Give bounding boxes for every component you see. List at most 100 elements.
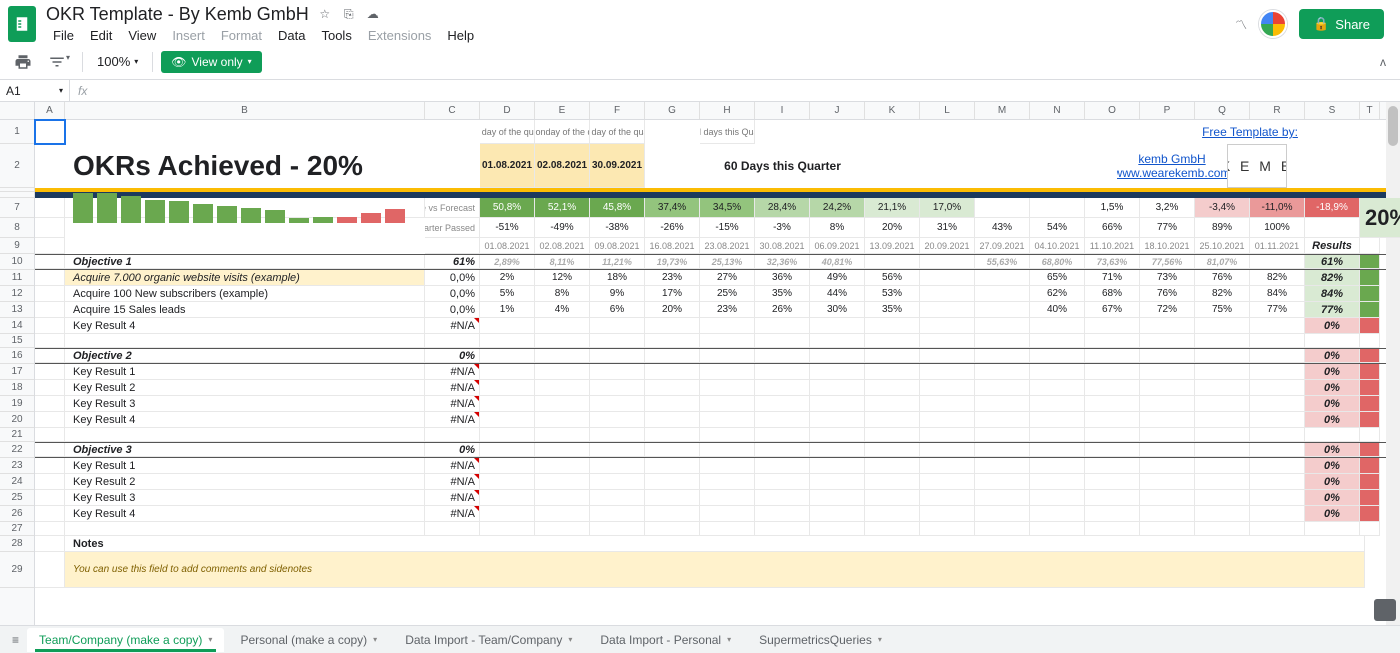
cell[interactable] — [35, 318, 65, 334]
cell[interactable] — [755, 349, 810, 363]
cell[interactable]: 35% — [755, 286, 810, 302]
col-header-H[interactable]: H — [700, 102, 755, 119]
cell[interactable] — [645, 412, 700, 428]
cell[interactable] — [1250, 443, 1305, 457]
cell[interactable] — [975, 302, 1030, 318]
cell[interactable] — [1085, 120, 1140, 144]
row-header[interactable]: 23 — [0, 458, 34, 474]
cell[interactable]: 19,73% — [645, 255, 700, 269]
cell[interactable]: 0% — [1305, 364, 1360, 380]
cell[interactable] — [810, 412, 865, 428]
cell[interactable] — [480, 490, 535, 506]
cell[interactable] — [1140, 364, 1195, 380]
cell[interactable] — [1360, 334, 1380, 348]
cell[interactable] — [1195, 474, 1250, 490]
cell[interactable] — [810, 120, 865, 144]
cell[interactable] — [1140, 474, 1195, 490]
cell[interactable]: 0,0% — [425, 286, 480, 302]
cell[interactable]: 36% — [755, 270, 810, 286]
cell[interactable]: 8,11% — [535, 255, 590, 269]
cell[interactable]: 02.08.2021 — [535, 238, 590, 254]
cell[interactable]: Key Result 3 — [65, 396, 425, 412]
cell[interactable] — [425, 120, 480, 144]
cell[interactable]: 09.08.2021 — [590, 238, 645, 254]
row-header[interactable]: 17 — [0, 364, 34, 380]
cell[interactable]: 4% — [535, 302, 590, 318]
cell[interactable]: -3,4% — [1195, 198, 1250, 218]
zoom-dropdown[interactable]: 100%▾ — [91, 52, 144, 71]
cell[interactable] — [35, 428, 65, 442]
cell[interactable] — [1085, 490, 1140, 506]
cell[interactable]: -49% — [535, 218, 590, 238]
cell[interactable] — [590, 428, 645, 442]
cell[interactable] — [1360, 349, 1380, 363]
cell[interactable]: 50,8% — [480, 198, 535, 218]
cell[interactable] — [1360, 412, 1380, 428]
col-header-G[interactable]: G — [645, 102, 700, 119]
cell[interactable] — [810, 334, 865, 348]
cell[interactable] — [480, 334, 535, 348]
explore-button[interactable] — [1374, 599, 1396, 621]
cell[interactable] — [810, 458, 865, 474]
cell[interactable] — [535, 380, 590, 396]
cell[interactable]: 17,0% — [920, 198, 975, 218]
cell[interactable]: 23.08.2021 — [700, 238, 755, 254]
cell[interactable] — [1195, 506, 1250, 522]
cell[interactable] — [480, 428, 535, 442]
cell[interactable] — [590, 506, 645, 522]
cell[interactable] — [755, 380, 810, 396]
cell[interactable]: 1,5% — [1085, 198, 1140, 218]
cell[interactable]: -26% — [645, 218, 700, 238]
cell[interactable]: 0% — [1305, 458, 1360, 474]
cell[interactable]: Objective 2 — [65, 349, 425, 363]
cell[interactable] — [1085, 318, 1140, 334]
cell[interactable] — [1250, 428, 1305, 442]
col-header-Q[interactable]: Q — [1195, 102, 1250, 119]
cell[interactable] — [973, 144, 1009, 188]
cell[interactable] — [1360, 490, 1380, 506]
col-header-S[interactable]: S — [1305, 102, 1360, 119]
cell[interactable]: #N/A — [425, 458, 480, 474]
cell[interactable] — [1085, 412, 1140, 428]
cell[interactable] — [975, 198, 1030, 218]
cell[interactable]: 62% — [1030, 286, 1085, 302]
col-header-I[interactable]: I — [755, 102, 810, 119]
cell[interactable] — [65, 238, 425, 254]
cell[interactable] — [535, 458, 590, 474]
cell[interactable] — [35, 334, 65, 348]
cell[interactable] — [1360, 364, 1380, 380]
cell[interactable] — [535, 443, 590, 457]
cell[interactable] — [920, 270, 975, 286]
cell[interactable] — [480, 522, 535, 536]
row-header[interactable]: 7 — [0, 198, 34, 218]
cell[interactable] — [35, 522, 65, 536]
cell[interactable] — [975, 380, 1030, 396]
cell[interactable]: 0% — [425, 349, 480, 363]
cell[interactable]: 9% — [590, 286, 645, 302]
cell[interactable] — [755, 506, 810, 522]
cell[interactable]: 34,5% — [700, 198, 755, 218]
col-header-L[interactable]: L — [920, 102, 975, 119]
cell[interactable]: #N/A — [425, 396, 480, 412]
cell[interactable]: 0% — [1305, 412, 1360, 428]
cell[interactable] — [1030, 458, 1085, 474]
row-header[interactable]: 16 — [0, 348, 34, 364]
cell[interactable] — [1360, 380, 1380, 396]
cell[interactable] — [535, 522, 590, 536]
cell[interactable]: First Monday of the quarter — [535, 120, 590, 144]
sheets-app-icon[interactable] — [8, 6, 36, 42]
row-header[interactable]: 29 — [0, 552, 34, 588]
cell[interactable] — [1030, 428, 1085, 442]
cell[interactable]: 0% — [1305, 474, 1360, 490]
cell[interactable] — [700, 522, 755, 536]
cell[interactable] — [1140, 380, 1195, 396]
cell[interactable]: Key Result 1 — [65, 458, 425, 474]
cell[interactable]: 8% — [810, 218, 865, 238]
cell[interactable] — [590, 349, 645, 363]
cell[interactable] — [1140, 428, 1195, 442]
cell[interactable] — [1085, 396, 1140, 412]
cell[interactable]: #N/A — [425, 474, 480, 490]
cell[interactable]: K E M B — [1227, 144, 1287, 188]
cell[interactable]: 53% — [865, 286, 920, 302]
cell[interactable] — [1140, 120, 1195, 144]
